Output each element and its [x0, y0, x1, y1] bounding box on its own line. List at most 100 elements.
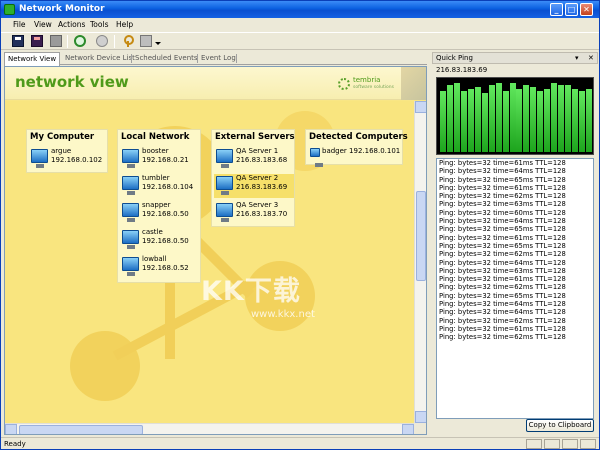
save-as-icon[interactable]	[31, 35, 43, 47]
device-ip: 192.168.0.21	[142, 156, 189, 164]
menu-actions[interactable]: Actions	[58, 18, 85, 31]
ping-log-line: Ping: bytes=32 time=62ms TTL=128	[439, 333, 566, 342]
scroll-right-icon[interactable]	[402, 424, 414, 434]
scroll-thumb[interactable]	[416, 191, 426, 281]
device-qa-server-3[interactable]: QA Server 3 216.83.183.70	[214, 201, 294, 225]
tab-scheduled-events[interactable]: Scheduled Events	[132, 52, 201, 65]
chevron-down-icon[interactable]	[155, 35, 161, 47]
ping-bar	[579, 90, 586, 152]
device-name: QA Server 1	[236, 147, 279, 155]
computer-icon	[122, 149, 139, 168]
ping-log-line: Ping: bytes=32 time=64ms TTL=128	[439, 300, 566, 309]
map-decoration	[401, 67, 426, 100]
device-snapper[interactable]: snapper 192.168.0.50	[120, 201, 200, 225]
title-bar[interactable]: Network Monitor _ □ ✕	[1, 1, 599, 18]
ping-bar	[572, 88, 579, 152]
brand-subtitle: software solutions	[353, 85, 394, 90]
ping-bar	[446, 84, 453, 152]
device-ip: 216.83.183.69	[236, 183, 288, 191]
key-icon[interactable]	[121, 35, 134, 47]
ping-bar	[551, 82, 558, 152]
ping-bar	[495, 82, 502, 152]
ping-log-line: Ping: bytes=32 time=65ms TTL=128	[439, 175, 566, 184]
ping-bar	[586, 88, 592, 152]
vertical-scrollbar[interactable]	[414, 101, 426, 423]
tab-network-device-list[interactable]: Network Device List	[62, 52, 138, 65]
ping-log-line: Ping: bytes=32 time=62ms TTL=128	[439, 250, 566, 259]
computer-icon	[216, 149, 233, 168]
ping-log-line: Ping: bytes=32 time=65ms TTL=128	[439, 291, 566, 300]
ping-icon[interactable]	[96, 35, 108, 47]
background-bubble	[245, 261, 315, 331]
status-panel	[562, 439, 578, 449]
save-icon[interactable]	[12, 35, 24, 47]
tab-strip: Network View Network Device List Schedul…	[4, 52, 427, 66]
ping-bar	[440, 90, 446, 152]
device-tumbler[interactable]: tumbler 192.168.0.104	[120, 174, 200, 198]
status-bar: Ready	[1, 437, 599, 449]
scroll-down-icon[interactable]	[415, 411, 426, 423]
ping-target-ip: 216.83.183.69	[436, 66, 488, 74]
ping-log-line: Ping: bytes=32 time=61ms TTL=128	[439, 275, 566, 284]
horizontal-scrollbar[interactable]	[5, 423, 414, 434]
device-ip: 192.168.0.52	[142, 264, 189, 272]
copy-to-clipboard-button[interactable]: Copy to Clipboard	[526, 419, 594, 432]
ping-log-line: Ping: bytes=32 time=62ms TTL=128	[439, 192, 566, 201]
tembria-logo-icon	[338, 78, 350, 90]
scroll-thumb[interactable]	[19, 425, 143, 434]
ping-bar	[516, 88, 523, 152]
network-view-content: network view tembria software solutions …	[4, 66, 427, 435]
ping-bar	[488, 84, 495, 152]
minimize-button[interactable]: _	[550, 3, 563, 16]
ping-bar	[502, 90, 509, 152]
tab-event-log[interactable]: Event Log	[198, 52, 239, 65]
scroll-left-icon[interactable]	[5, 424, 17, 434]
menu-file[interactable]: File	[13, 18, 26, 31]
device-qa-server-1[interactable]: QA Server 1 216.83.183.68	[214, 147, 294, 171]
device-argue[interactable]: argue 192.168.0.102	[29, 147, 107, 171]
toolbar-separator	[67, 35, 68, 48]
panel-title: Quick Ping	[436, 54, 473, 62]
save-disabled-icon[interactable]	[50, 35, 62, 47]
app-window: Network Monitor _ □ ✕ File View Actions …	[0, 0, 600, 450]
refresh-icon[interactable]	[74, 35, 86, 47]
group-title: External Servers	[215, 132, 295, 142]
computer-icon	[216, 176, 233, 195]
device-ip: 192.168.0.102	[51, 156, 103, 164]
menu-tools[interactable]: Tools	[90, 18, 108, 31]
device-qa-server-2[interactable]: QA Server 2 216.83.183.69	[214, 174, 294, 198]
scroll-up-icon[interactable]	[415, 101, 426, 113]
toolbar-separator	[114, 35, 115, 48]
ping-bar	[474, 86, 481, 152]
device-lowball[interactable]: lowball 192.168.0.52	[120, 255, 200, 279]
ping-log-line: Ping: bytes=32 time=61ms TTL=128	[439, 324, 566, 333]
device-name: lowball	[142, 255, 167, 263]
computer-icon	[122, 257, 139, 276]
ping-bar	[544, 88, 551, 152]
ping-bar	[530, 86, 537, 152]
tab-network-view[interactable]: Network View	[4, 52, 61, 66]
device-badger[interactable]: badger 192.168.0.101	[308, 144, 402, 167]
ping-log[interactable]: Ping: bytes=32 time=61ms TTL=128 Ping: by…	[436, 158, 594, 419]
window-icon[interactable]	[140, 35, 152, 47]
toolbar	[1, 32, 599, 50]
ping-bar	[467, 88, 474, 152]
close-icon[interactable]: ✕	[588, 53, 594, 64]
ping-log-line: Ping: bytes=32 time=62ms TTL=128	[439, 283, 566, 292]
menu-view[interactable]: View	[34, 18, 52, 31]
pin-icon[interactable]: ▾	[575, 53, 579, 64]
device-ip: 192.168.0.50	[142, 210, 189, 218]
device-booster[interactable]: booster 192.168.0.21	[120, 147, 200, 171]
device-name: QA Server 2	[236, 174, 279, 182]
close-button[interactable]: ✕	[580, 3, 593, 16]
ping-bar	[537, 90, 544, 152]
computer-icon	[216, 203, 233, 222]
maximize-button[interactable]: □	[565, 3, 578, 16]
device-castle[interactable]: castle 192.168.0.50	[120, 228, 200, 252]
computer-icon	[122, 176, 139, 195]
ping-log-line: Ping: bytes=32 time=64ms TTL=128	[439, 258, 566, 267]
device-name: booster	[142, 147, 169, 155]
ping-bar	[523, 84, 530, 152]
network-canvas[interactable]: My Computer argue 192.168.0.102 Local Ne…	[5, 101, 414, 423]
menu-help[interactable]: Help	[116, 18, 133, 31]
